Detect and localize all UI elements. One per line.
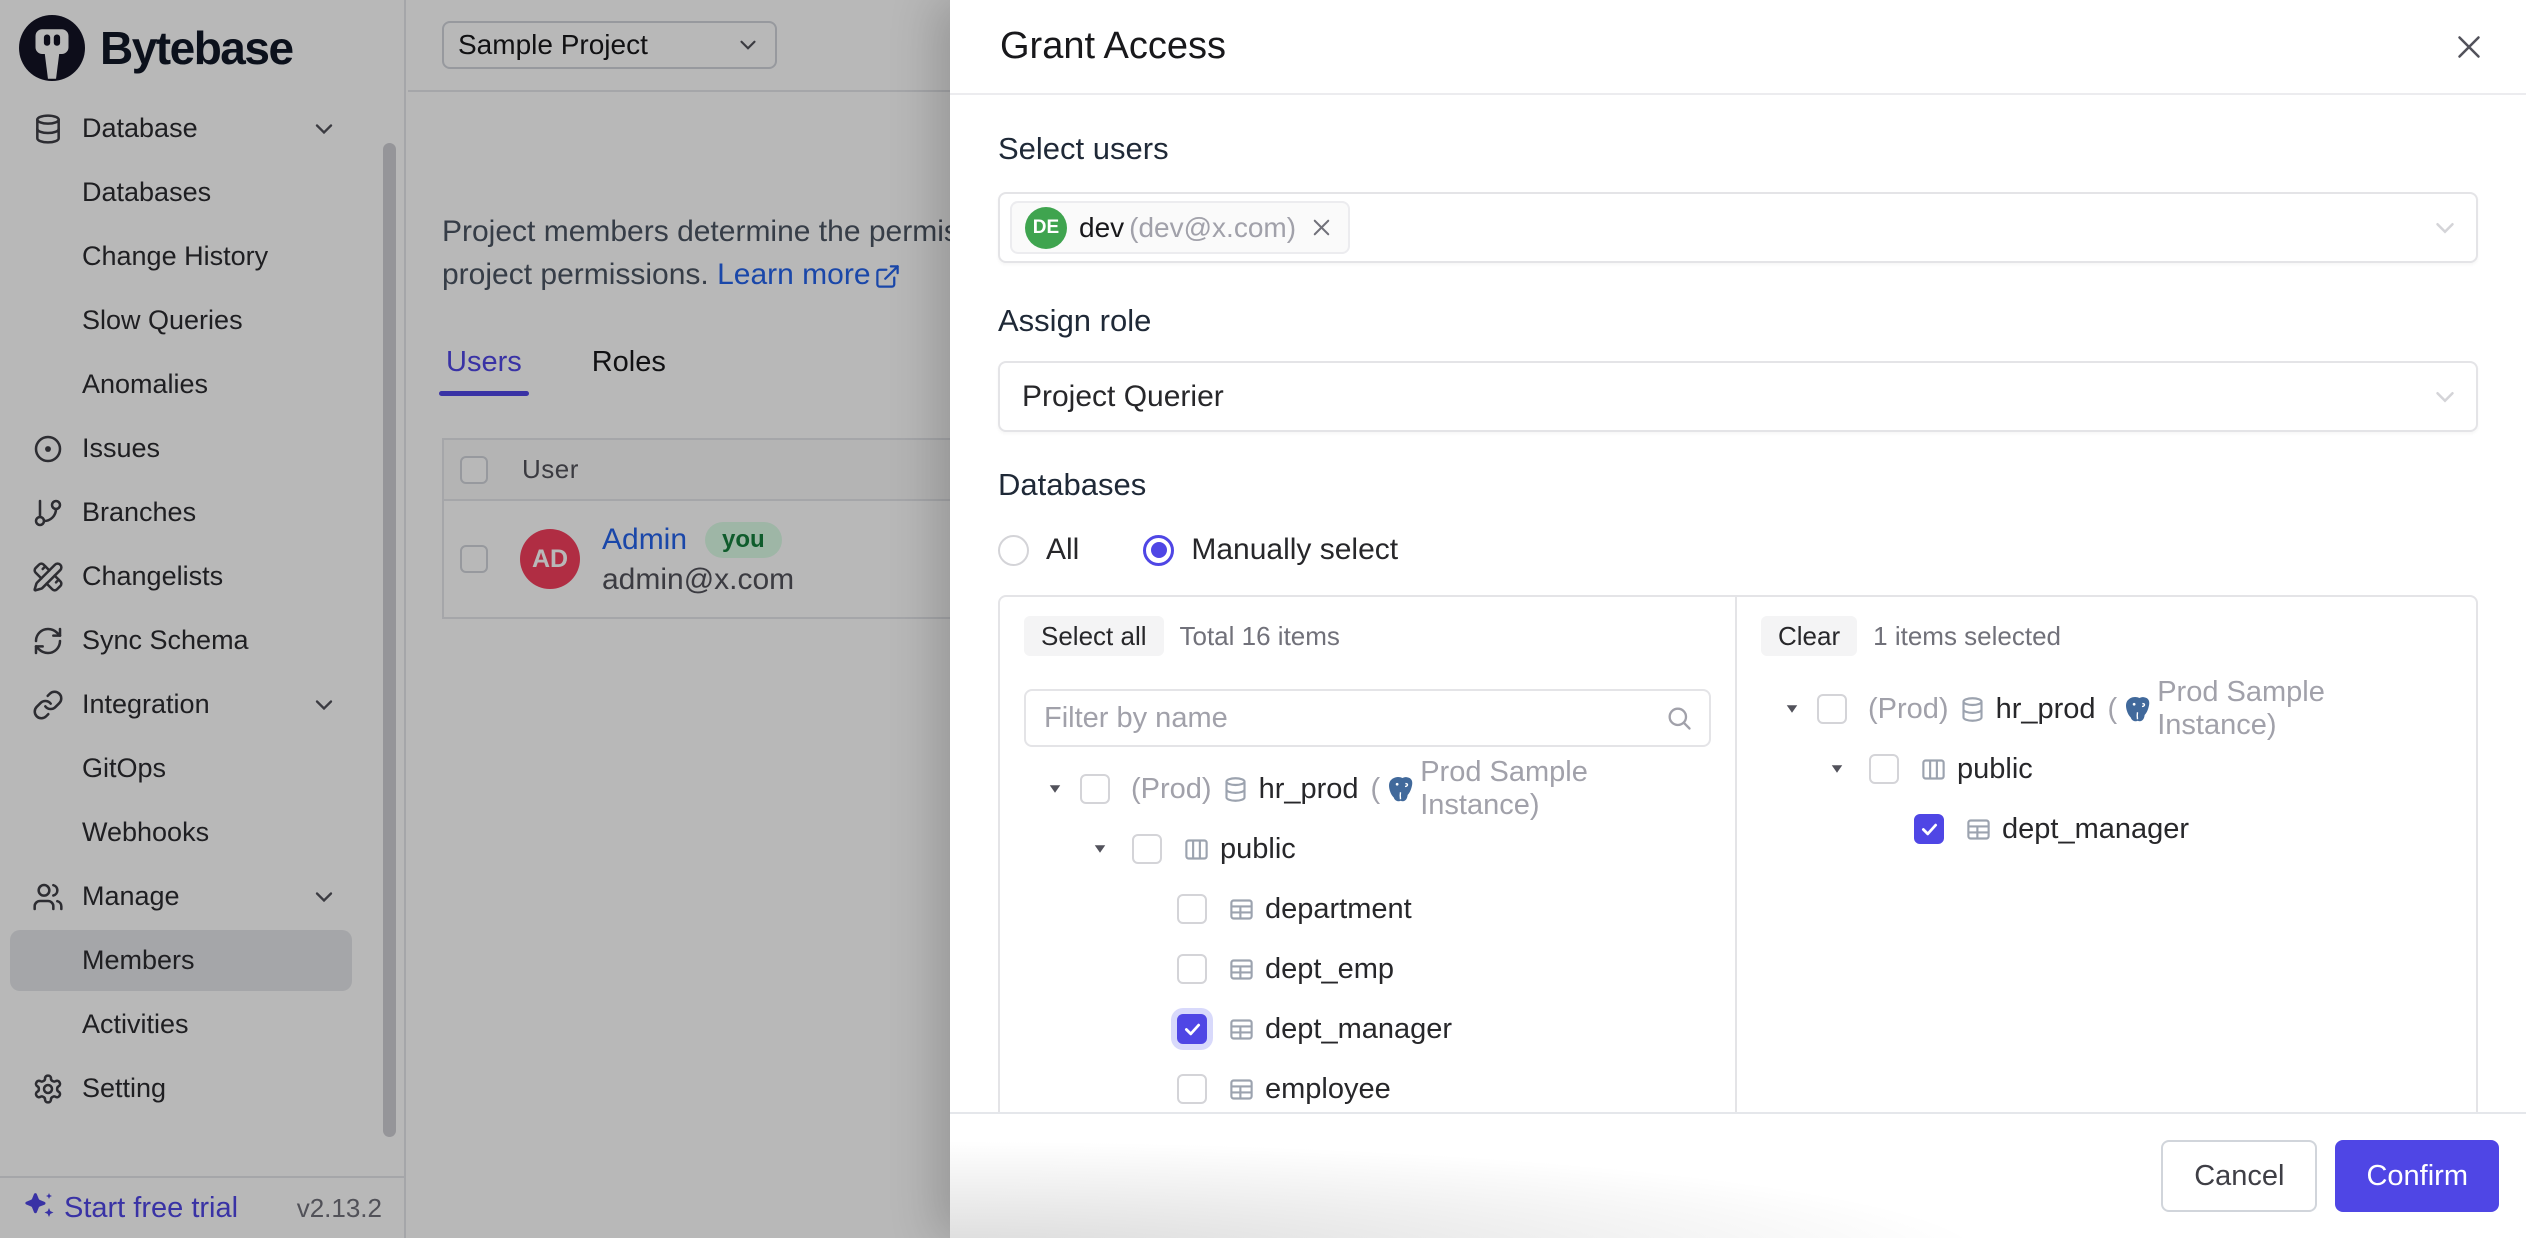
dialog-body: Select users DE dev (dev@x.com) Assign r… <box>950 95 2526 1112</box>
checkbox[interactable] <box>1177 894 1207 924</box>
dialog-footer: Cancel Confirm <box>950 1112 2526 1238</box>
select-users-label: Select users <box>998 131 2478 167</box>
selected-count-label: 1 items selected <box>1873 621 2061 652</box>
database-icon <box>1959 696 1986 723</box>
tree-row-table[interactable]: dept_emp <box>1024 939 1711 999</box>
checkbox-checked[interactable] <box>1177 1014 1207 1044</box>
tree-row-instance[interactable]: (Prod) hr_prod ( Prod Sample Instance) <box>1024 759 1711 819</box>
tree-row-table[interactable]: department <box>1024 879 1711 939</box>
dialog-header: Grant Access <box>950 0 2526 95</box>
table-icon <box>1228 1016 1255 1043</box>
table-icon <box>1228 1076 1255 1103</box>
clear-button[interactable]: Clear <box>1761 616 1857 656</box>
schema-icon <box>1183 836 1210 863</box>
search-icon <box>1665 704 1693 732</box>
close-icon[interactable] <box>2450 28 2488 66</box>
user-email: (dev@x.com) <box>1129 212 1296 244</box>
tree-row-schema[interactable]: public <box>1761 739 2452 799</box>
database-scope-radios: All Manually select <box>998 533 2478 567</box>
filter-field <box>1024 689 1711 747</box>
radio-all[interactable]: All <box>998 533 1079 567</box>
table-icon <box>1228 956 1255 983</box>
checkbox[interactable] <box>1080 774 1110 804</box>
tree-row-table[interactable]: dept_manager <box>1761 799 2452 859</box>
database-icon <box>1222 776 1249 803</box>
grant-access-dialog: Grant Access Select users DE dev (dev@x.… <box>950 0 2526 1238</box>
caret-down-icon[interactable] <box>1783 700 1801 718</box>
dialog-title: Grant Access <box>1000 25 1226 68</box>
tree-row-instance[interactable]: (Prod) hr_prod ( Prod Sample Instance) <box>1761 679 2452 739</box>
postgres-icon <box>2122 694 2152 724</box>
user-name: dev <box>1079 212 1124 244</box>
tree-row-table[interactable]: employee <box>1024 1059 1711 1112</box>
radio-manually-select[interactable]: Manually select <box>1143 533 1398 567</box>
checkbox[interactable] <box>1177 954 1207 984</box>
table-icon <box>1965 816 1992 843</box>
total-count-label: Total 16 items <box>1180 621 1340 652</box>
postgres-icon <box>1385 774 1415 804</box>
chevron-down-icon <box>2430 382 2460 412</box>
checkbox[interactable] <box>1177 1074 1207 1104</box>
checkbox[interactable] <box>1869 754 1899 784</box>
tree-row-schema[interactable]: public <box>1024 819 1711 879</box>
selected-tree: (Prod) hr_prod ( Prod Sample Instance) p… <box>1761 679 2452 859</box>
database-tree: (Prod) hr_prod ( Prod Sample Instance) p… <box>1024 759 1711 1112</box>
selected-user-chip: DE dev (dev@x.com) <box>1010 201 1350 254</box>
checkbox-checked[interactable] <box>1914 814 1944 844</box>
remove-user-icon[interactable] <box>1308 214 1335 241</box>
checkbox[interactable] <box>1817 694 1847 724</box>
database-transfer: Select all Total 16 items (Prod) hr_prod… <box>998 595 2478 1112</box>
databases-label: Databases <box>998 467 2478 503</box>
assign-role-select[interactable]: Project Querier <box>998 361 2478 432</box>
assign-role-label: Assign role <box>998 303 2478 339</box>
confirm-button[interactable]: Confirm <box>2335 1140 2499 1212</box>
schema-icon <box>1920 756 1947 783</box>
select-all-button[interactable]: Select all <box>1024 616 1164 656</box>
filter-input[interactable] <box>1042 701 1655 736</box>
chevron-down-icon <box>2430 213 2460 243</box>
source-panel: Select all Total 16 items (Prod) hr_prod… <box>1000 597 1737 1112</box>
table-icon <box>1228 896 1255 923</box>
select-users-input[interactable]: DE dev (dev@x.com) <box>998 192 2478 263</box>
selected-panel: Clear 1 items selected (Prod) hr_prod ( … <box>1737 597 2476 1112</box>
avatar: DE <box>1025 207 1067 249</box>
caret-down-icon[interactable] <box>1091 840 1109 858</box>
tree-row-table[interactable]: dept_manager <box>1024 999 1711 1059</box>
checkbox[interactable] <box>1132 834 1162 864</box>
caret-down-icon[interactable] <box>1046 780 1064 798</box>
cancel-button[interactable]: Cancel <box>2161 1140 2317 1212</box>
caret-down-icon[interactable] <box>1828 760 1846 778</box>
